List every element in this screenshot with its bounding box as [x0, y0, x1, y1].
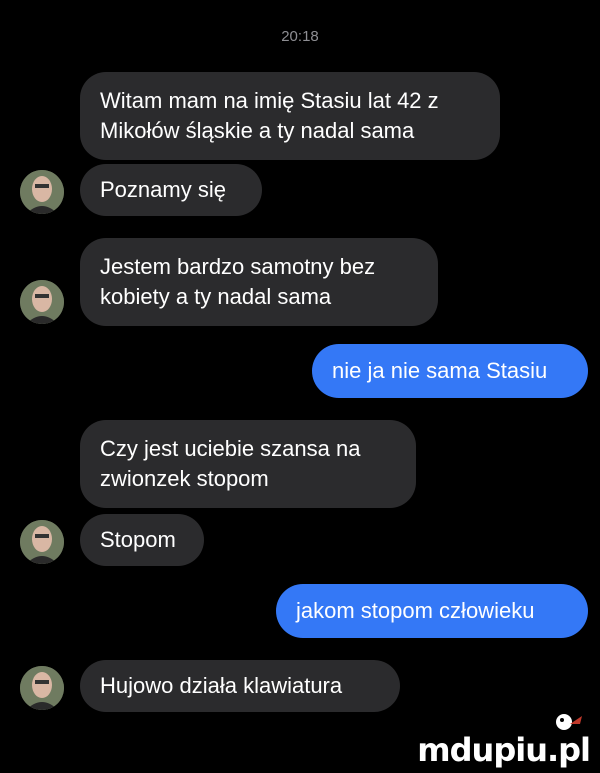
message-line: Witam mam na imię Stasiu lat 42 z: [100, 88, 439, 113]
contact-avatar[interactable]: [20, 666, 64, 710]
message-bubble-incoming[interactable]: Stopom: [80, 514, 204, 566]
message-line: Czy jest uciebie szansa na: [100, 436, 361, 461]
message-line: Poznamy się: [100, 177, 226, 202]
message-bubble-incoming[interactable]: Witam mam na imię Stasiu lat 42 z Mikołó…: [80, 72, 500, 160]
contact-avatar[interactable]: [20, 280, 64, 324]
message-bubble-outgoing[interactable]: jakom stopom człowieku: [276, 584, 588, 638]
message-line: kobiety a ty nadal sama: [100, 284, 332, 309]
message-bubble-incoming[interactable]: Poznamy się: [80, 164, 262, 216]
message-bubble-incoming[interactable]: Czy jest uciebie szansa na zwionzek stop…: [80, 420, 416, 508]
chat-timestamp: 20:18: [281, 28, 319, 45]
message-line: Hujowo działa klawiatura: [100, 673, 343, 698]
message-bubble-incoming[interactable]: Jestem bardzo samotny bez kobiety a ty n…: [80, 238, 438, 326]
message-bubble-outgoing[interactable]: nie ja nie sama Stasiu: [312, 344, 588, 398]
message-bubble-incoming[interactable]: Hujowo działa klawiatura: [80, 660, 400, 712]
contact-avatar[interactable]: [20, 170, 64, 214]
message-line: Mikołów śląskie a ty nadal sama: [100, 118, 415, 143]
contact-avatar[interactable]: [20, 520, 64, 564]
message-line: zwionzek stopom: [100, 466, 269, 491]
watermark: mdupiu.pl: [417, 731, 591, 769]
message-line: Stopom: [100, 527, 176, 552]
message-line: jakom stopom człowieku: [296, 598, 535, 623]
message-line: nie ja nie sama Stasiu: [332, 358, 548, 383]
message-line: Jestem bardzo samotny bez: [100, 254, 376, 279]
